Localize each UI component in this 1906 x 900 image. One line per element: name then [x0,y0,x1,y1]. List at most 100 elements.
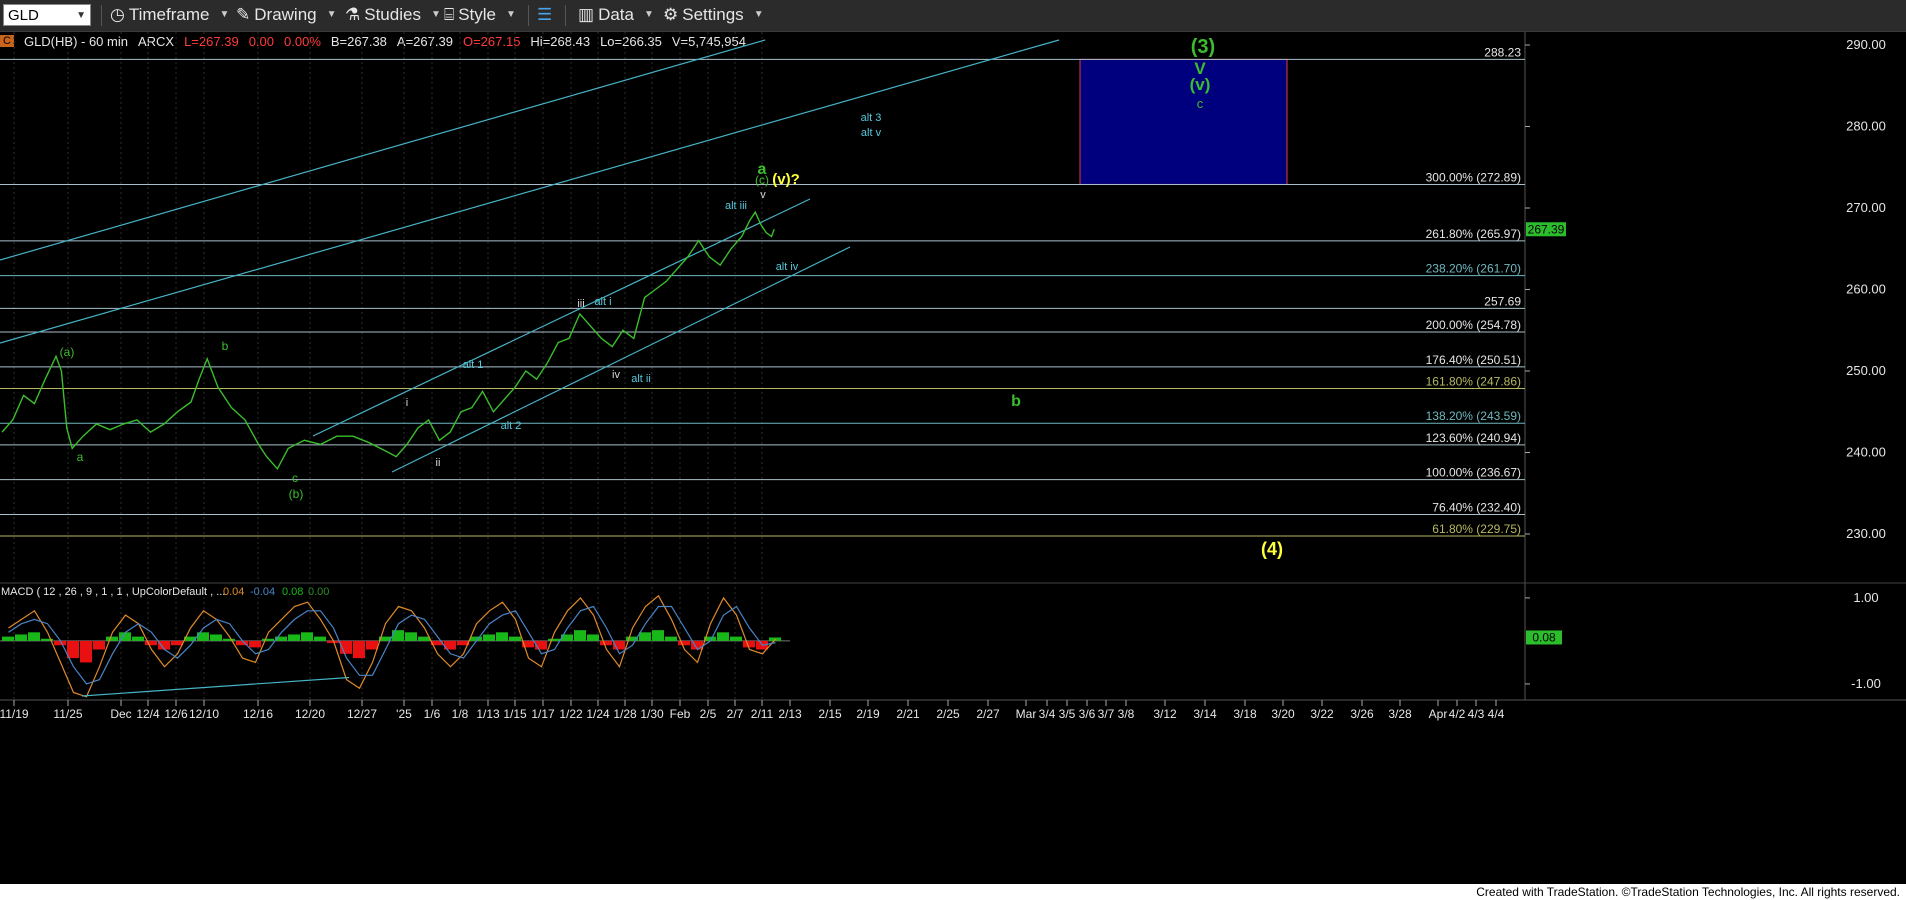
x-tick-label: 11/25 [53,707,82,721]
trend-channel-line [391,246,851,473]
data-menu[interactable]: ▥ Data ▼ [578,5,654,25]
x-tick-label: 1/6 [424,707,441,721]
macd-histogram-bar [314,636,326,641]
trend-channel-line [0,39,766,261]
x-tick-label: Feb [670,707,691,721]
copyright-text: Created with TradeStation. ©TradeStation… [1476,885,1900,899]
macd-histogram-bar [288,634,300,641]
x-tick-label: 12/20 [295,707,325,721]
x-tick-label: 1/22 [559,707,583,721]
x-tick-label: 12/16 [243,707,273,721]
x-tick-label: 2/19 [856,707,880,721]
fib-level-label: 176.40% (250.51) [1426,353,1521,367]
drawing-menu[interactable]: ✎ Drawing ▼ [236,5,337,25]
macd-histogram-bar [132,636,144,641]
data-label: Data [598,5,634,24]
toolbar-separator [101,5,102,26]
macd-divergence-line [81,676,350,697]
target-zone-box [1079,58,1288,185]
last-price-text: 267.39 [1528,222,1565,236]
macd-histogram-bar [652,630,664,641]
settings-label: Settings [682,5,744,24]
x-tick-label: 1/24 [586,707,610,721]
price-chart[interactable]: 11/19 11/25 Dec 12/4 12/6 12/10 12/16 12/20 12/2… [0,32,1906,884]
gear-icon: ⚙ [663,5,679,24]
chevron-down-icon[interactable]: ▼ [76,5,86,27]
macd-histogram-bar [470,636,482,641]
fib-level-label: 100.00% (236.67) [1426,466,1521,480]
x-tick-label: 1/15 [503,707,527,721]
fib-level-label: 261.80% (265.97) [1426,227,1521,241]
x-tick-label: 3/5 [1059,707,1076,721]
macd-y-tick-label: -1.00 [1851,676,1881,691]
y-tick-label: 260.00 [1846,282,1886,297]
clock-icon: ◷ [110,5,125,24]
chevron-down-icon: ▼ [326,9,337,20]
x-tick-label: 2/7 [727,707,744,721]
fib-level-label: 300.00% (272.89) [1426,170,1521,184]
drawing-label: Drawing [254,5,317,24]
macd-histogram-bar [67,640,79,659]
studies-label: Studies [364,5,421,24]
wave-label: alt 3 [861,112,882,124]
macd-histogram-bar [548,638,560,641]
wave-label: (a) [60,345,75,359]
x-tick-label: 2/25 [936,707,960,721]
macd-last-text: 0.08 [1532,630,1556,644]
x-tick-label: 1/17 [531,707,555,721]
y-tick-label: 240.00 [1846,445,1886,460]
x-tick-label: 3/8 [1118,707,1135,721]
wave-label: iv [612,369,620,381]
studies-menu[interactable]: ⚗ Studies ▼ [345,5,441,25]
fib-level-label: 238.20% (261.70) [1426,262,1521,276]
macd-histogram-bar [418,636,430,641]
wave-label: i [406,397,408,409]
wave-label: c [1197,96,1204,111]
wave-label: a [77,450,84,464]
chevron-down-icon: ▼ [643,9,654,20]
macd-histogram-bar [106,636,118,641]
macd-histogram-bar [93,640,105,650]
x-tick-label: 2/27 [976,707,1000,721]
trend-channel-line [0,39,1060,344]
footer: Created with TradeStation. ©TradeStation… [0,884,1906,900]
fib-level-label: 138.20% (243.59) [1426,409,1521,423]
macd-histogram-bar [210,634,222,641]
price-series [1,210,775,471]
timeframe-menu[interactable]: ◷ Timeframe ▼ [110,5,229,25]
chevron-down-icon: ▼ [506,9,516,20]
y-tick-label: 270.00 [1846,200,1886,215]
wave-label: alt 1 [463,359,484,371]
macd-histogram-bar [665,636,677,641]
macd-histogram-bar [678,640,690,646]
macd-value: -0.04 [250,586,275,598]
x-tick-label: 3/14 [1193,707,1217,721]
macd-histogram-bar [301,632,313,641]
y-tick-label: 280.00 [1846,119,1886,134]
flask-icon: ⚗ [345,5,361,24]
wave-label: alt 2 [501,420,522,432]
x-tick-label: 3/7 [1098,707,1115,721]
x-tick-label: 3/4 [1039,707,1056,721]
x-tick-label: 12/6 [164,707,188,721]
wave-label: alt i [594,296,611,308]
x-tick-label: 1/30 [640,707,664,721]
settings-menu[interactable]: ⚙ Settings ▼ [663,5,764,25]
y-tick-label: 290.00 [1846,37,1886,52]
macd-histogram-bar [262,638,274,641]
layout-button[interactable]: ☰ [537,5,552,25]
macd-y-tick-label: 1.00 [1853,590,1878,605]
wave-label: alt ii [631,373,651,385]
wave-label: (c) [755,173,769,187]
wave-label: (v)? [772,171,800,188]
wave-label: v [760,189,766,201]
macd-histogram-bar [743,640,755,648]
macd-histogram-bar [574,630,586,641]
symbol-input[interactable]: GLD ▼ [3,4,91,26]
symbol-value: GLD [8,7,39,24]
y-tick-label: 250.00 [1846,363,1886,378]
toolbar-separator [528,5,529,26]
style-menu[interactable]: ⌸ Style ▼ [444,5,516,25]
x-tick-label: 3/22 [1310,707,1334,721]
chevron-down-icon: ▼ [430,9,441,20]
